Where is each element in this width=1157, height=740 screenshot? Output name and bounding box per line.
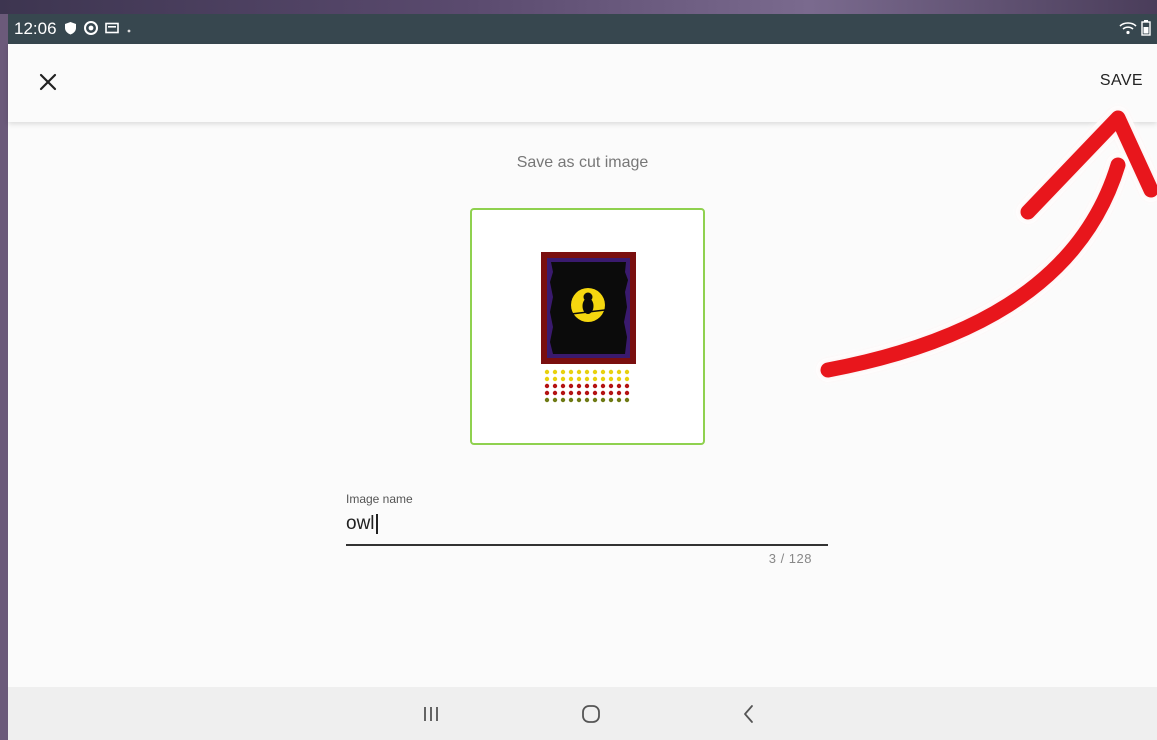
page-heading: Save as cut image xyxy=(516,154,649,171)
window-frame-top xyxy=(0,0,1157,14)
home-button[interactable] xyxy=(578,701,604,727)
image-name-label: Image name xyxy=(346,492,413,506)
recents-icon xyxy=(424,707,438,721)
save-button[interactable]: SAVE xyxy=(1100,72,1143,90)
close-button[interactable] xyxy=(30,64,66,100)
image-preview xyxy=(470,208,705,445)
navigation-bar xyxy=(8,687,1157,740)
dot-rows xyxy=(544,369,630,403)
image-name-field[interactable]: Image name owl 3 / 128 xyxy=(346,492,828,566)
back-button[interactable] xyxy=(736,701,762,727)
image-name-input[interactable]: owl xyxy=(346,511,828,537)
card-icon xyxy=(104,22,119,36)
status-bar: 12:06 xyxy=(8,14,1157,44)
text-caret xyxy=(375,514,378,534)
recents-button[interactable] xyxy=(418,701,444,727)
owl-image xyxy=(541,252,636,403)
back-icon xyxy=(744,705,753,723)
image-name-value: owl xyxy=(346,513,375,534)
at-sign-icon xyxy=(83,21,98,37)
input-underline xyxy=(346,544,828,546)
home-icon xyxy=(582,705,600,723)
wifi-icon xyxy=(1119,21,1137,38)
status-time: 12:06 xyxy=(14,19,57,38)
close-icon xyxy=(39,73,57,91)
battery-icon xyxy=(1141,19,1151,39)
character-counter: 3 / 128 xyxy=(768,551,812,566)
app-bar: SAVE xyxy=(8,44,1157,122)
dot-icon xyxy=(126,23,132,36)
app-screen: SAVE Save as cut image Image name owl 3 … xyxy=(8,44,1157,740)
status-right xyxy=(1119,19,1151,39)
shield-icon xyxy=(64,21,77,37)
